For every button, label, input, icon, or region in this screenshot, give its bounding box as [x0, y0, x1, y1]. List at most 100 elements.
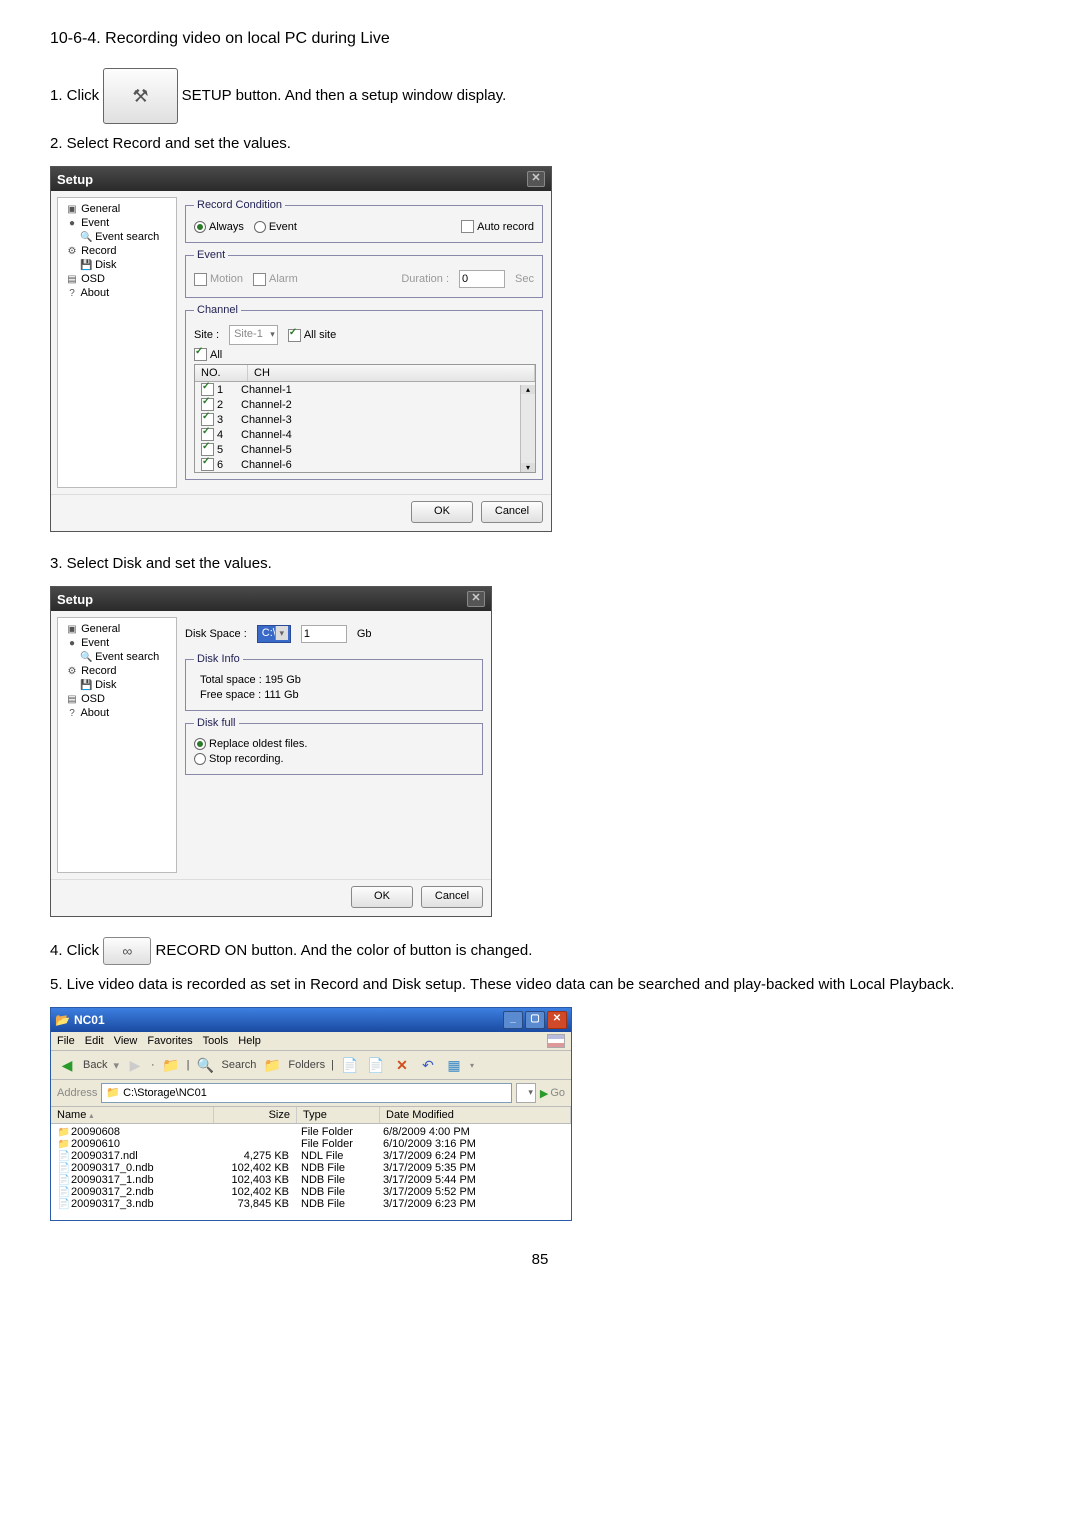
explorer-title: NC01: [74, 1013, 105, 1027]
channel-row[interactable]: 5Channel-5: [195, 442, 535, 457]
auto-record-checkbox[interactable]: Auto record: [461, 220, 534, 233]
cancel-button[interactable]: Cancel: [421, 886, 483, 908]
channel-row[interactable]: 4Channel-4: [195, 427, 535, 442]
nav-about[interactable]: ? About: [62, 706, 172, 720]
duration-label: Duration :: [401, 273, 449, 285]
nav-osd[interactable]: ▤ OSD: [62, 692, 172, 706]
nav-record[interactable]: ⚙ Record: [62, 244, 172, 258]
event-radio[interactable]: Event: [254, 221, 297, 233]
channel-checkbox[interactable]: [201, 443, 214, 456]
site-select[interactable]: Site-1: [229, 325, 278, 345]
stop-recording-radio[interactable]: Stop recording.: [194, 753, 284, 765]
step-4: 4. Click ∞ RECORD ON button. And the col…: [50, 937, 1030, 965]
channel-checkbox[interactable]: [201, 428, 214, 441]
replace-oldest-radio[interactable]: Replace oldest files.: [194, 738, 307, 750]
channel-row[interactable]: 2Channel-2: [195, 397, 535, 412]
nav-disk[interactable]: 💾 Disk: [62, 678, 172, 692]
duration-input[interactable]: [459, 270, 505, 288]
all-site-checkbox[interactable]: All site: [288, 329, 336, 342]
channel-checkbox[interactable]: [201, 413, 214, 426]
col-type[interactable]: Type: [297, 1107, 380, 1123]
search-label[interactable]: Search: [222, 1059, 257, 1071]
close-icon[interactable]: ✕: [467, 591, 485, 607]
file-row[interactable]: 📄20090317_3.ndb73,845 KBNDB File3/17/200…: [51, 1198, 571, 1210]
address-input[interactable]: 📁 C:\Storage\NC01: [101, 1083, 511, 1103]
setup-window-disk: Setup ✕ ▣ General ● Event 🔍 Event search…: [50, 586, 492, 917]
col-ch[interactable]: CH: [248, 365, 535, 381]
menu-view[interactable]: View: [114, 1035, 138, 1047]
file-row[interactable]: 📄20090317_1.ndb102,403 KBNDB File3/17/20…: [51, 1174, 571, 1186]
disk-space-label: Disk Space :: [185, 628, 247, 640]
file-row[interactable]: 📄20090317_2.ndb102,402 KBNDB File3/17/20…: [51, 1186, 571, 1198]
record-on-button-icon[interactable]: ∞: [103, 937, 151, 965]
alarm-checkbox: Alarm: [253, 273, 298, 286]
channel-table: NO. CH 1Channel-12Channel-23Channel-34Ch…: [194, 364, 536, 473]
minimize-icon[interactable]: _: [503, 1011, 523, 1029]
nav-event[interactable]: ● Event: [62, 216, 172, 230]
nav-event[interactable]: ● Event: [62, 636, 172, 650]
col-no[interactable]: NO.: [195, 365, 248, 381]
channel-checkbox[interactable]: [201, 398, 214, 411]
menu-favorites[interactable]: Favorites: [147, 1035, 192, 1047]
nav-disk[interactable]: 💾 Disk: [62, 258, 172, 272]
copy-icon[interactable]: 📄: [366, 1055, 386, 1075]
nav-osd[interactable]: ▤ OSD: [62, 272, 172, 286]
file-row[interactable]: 📁20090610File Folder6/10/2009 3:16 PM: [51, 1138, 571, 1150]
menu-tools[interactable]: Tools: [203, 1035, 229, 1047]
menu-help[interactable]: Help: [238, 1035, 261, 1047]
ok-button[interactable]: OK: [411, 501, 473, 523]
step1-pre: 1. Click: [50, 87, 99, 104]
col-name[interactable]: Name ▴: [51, 1107, 214, 1123]
menu-file[interactable]: File: [57, 1035, 75, 1047]
all-checkbox[interactable]: All: [194, 348, 222, 361]
setup-button-icon[interactable]: ⚒: [103, 68, 177, 124]
file-row[interactable]: 📄20090317_0.ndb102,402 KBNDB File3/17/20…: [51, 1162, 571, 1174]
back-icon[interactable]: ◀: [57, 1055, 77, 1075]
nav-event-search[interactable]: 🔍 Event search: [62, 650, 172, 664]
go-button[interactable]: ▶ Go: [540, 1087, 565, 1100]
nav-event-search[interactable]: 🔍 Event search: [62, 230, 172, 244]
explorer-title-bar: 📂 NC01 _ ▢ ✕: [51, 1008, 571, 1032]
channel-row[interactable]: 3Channel-3: [195, 412, 535, 427]
always-radio[interactable]: Always: [194, 221, 244, 233]
ok-button[interactable]: OK: [351, 886, 413, 908]
up-icon[interactable]: 📁: [161, 1055, 181, 1075]
search-icon[interactable]: 🔍: [196, 1055, 216, 1075]
nav-general[interactable]: ▣ General: [62, 622, 172, 636]
delete-icon[interactable]: ✕: [392, 1055, 412, 1075]
close-icon[interactable]: ✕: [547, 1011, 567, 1029]
move-icon[interactable]: 📄: [340, 1055, 360, 1075]
file-row[interactable]: 📄20090317.ndl4,275 KBNDL File3/17/2009 6…: [51, 1150, 571, 1162]
forward-icon[interactable]: ▶: [125, 1055, 145, 1075]
col-size[interactable]: Size: [214, 1107, 297, 1123]
record-condition-group: Record Condition Always Event Auto recor…: [185, 199, 543, 243]
views-icon[interactable]: ▦: [444, 1055, 464, 1075]
nav-general[interactable]: ▣ General: [62, 202, 172, 216]
close-icon[interactable]: ✕: [527, 171, 545, 187]
menu-edit[interactable]: Edit: [85, 1035, 104, 1047]
channel-row[interactable]: 1Channel-1: [195, 382, 535, 397]
cancel-button[interactable]: Cancel: [481, 501, 543, 523]
record-condition-legend: Record Condition: [194, 199, 285, 211]
file-list-header: Name ▴ Size Type Date Modified: [51, 1107, 571, 1124]
col-date[interactable]: Date Modified: [380, 1107, 571, 1123]
file-row[interactable]: 📁20090608File Folder6/8/2009 4:00 PM: [51, 1126, 571, 1138]
disk-size-input[interactable]: [301, 625, 347, 643]
channel-checkbox[interactable]: [201, 383, 214, 396]
address-dropdown[interactable]: [516, 1083, 536, 1103]
back-label[interactable]: Back: [83, 1059, 107, 1071]
channel-row[interactable]: 6Channel-6: [195, 457, 535, 472]
nav-record[interactable]: ⚙ Record: [62, 664, 172, 678]
undo-icon[interactable]: ↶: [418, 1055, 438, 1075]
channel-checkbox[interactable]: [201, 458, 214, 471]
disk-drive-select[interactable]: C:\: [257, 625, 291, 643]
maximize-icon[interactable]: ▢: [525, 1011, 545, 1029]
nav-about[interactable]: ? About: [62, 286, 172, 300]
file-icon: 📄: [57, 1151, 71, 1162]
file-icon: 📄: [57, 1163, 71, 1174]
folders-icon[interactable]: 📁: [262, 1055, 282, 1075]
scrollbar[interactable]: [520, 385, 535, 472]
folders-label[interactable]: Folders: [288, 1059, 325, 1071]
disk-info-legend: Disk Info: [194, 653, 243, 665]
file-icon: 📄: [57, 1187, 71, 1198]
